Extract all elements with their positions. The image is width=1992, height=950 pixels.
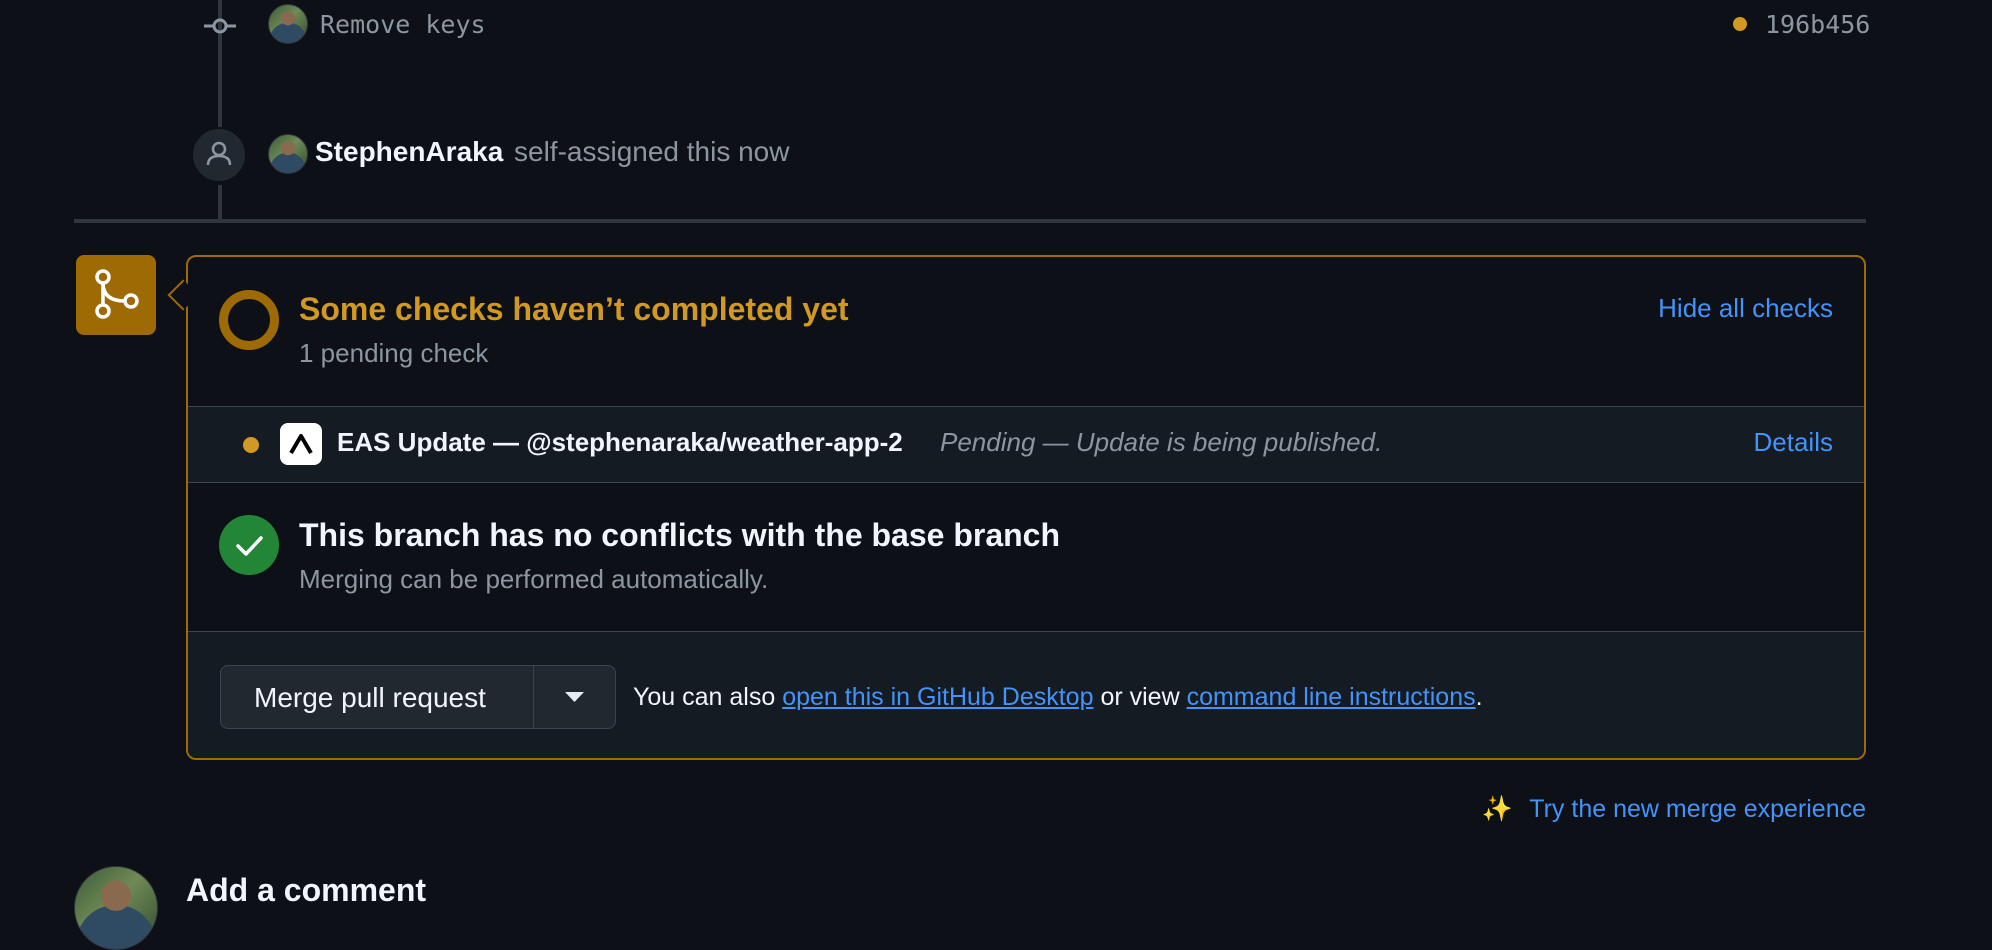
merge-box: Some checks haven’t completed yet 1 pend… bbox=[186, 255, 1866, 760]
also-prefix: You can also bbox=[633, 683, 776, 711]
open-desktop-link[interactable]: open this in GitHub Desktop bbox=[782, 683, 1093, 711]
new-merge-experience-label[interactable]: Try the new merge experience bbox=[1529, 795, 1866, 823]
checks-title: Some checks haven’t completed yet bbox=[299, 291, 849, 327]
git-commit-icon bbox=[204, 18, 236, 34]
person-icon bbox=[206, 141, 232, 166]
check-name: EAS Update — @stephenaraka/weather-app-2 bbox=[337, 427, 903, 457]
pending-dot-icon bbox=[243, 437, 259, 453]
add-comment-heading: Add a comment bbox=[186, 872, 427, 908]
expo-app-icon bbox=[280, 423, 322, 465]
command-line-link[interactable]: command line instructions bbox=[1187, 683, 1476, 711]
merge-button-label: Merge pull request bbox=[254, 682, 486, 713]
pending-ring-icon bbox=[219, 290, 279, 350]
check-row: EAS Update — @stephenaraka/weather-app-2… bbox=[188, 407, 1864, 482]
period: . bbox=[1475, 683, 1483, 711]
triangle-down-icon bbox=[565, 692, 584, 702]
person-icon-badge bbox=[191, 127, 247, 183]
conflicts-subtitle: Merging can be performed automatically. bbox=[299, 564, 769, 594]
caret-logo bbox=[289, 434, 313, 455]
event-action: self-assigned this now bbox=[514, 136, 790, 167]
commit-message[interactable]: Remove keys bbox=[320, 10, 486, 39]
commit-sha[interactable]: 196b456 bbox=[1765, 10, 1870, 39]
commit-status-dot[interactable] bbox=[1733, 17, 1747, 31]
timeline-line bbox=[218, 185, 222, 219]
merge-options-dropdown[interactable] bbox=[533, 665, 616, 729]
separator bbox=[188, 482, 1864, 483]
git-merge-icon bbox=[95, 269, 139, 319]
event-user[interactable]: StephenAraka bbox=[315, 136, 503, 168]
new-merge-experience-link[interactable]: ✨ Try the new merge experience bbox=[1482, 795, 1866, 824]
avatar[interactable] bbox=[268, 4, 308, 44]
sparkle-icon: ✨ bbox=[1481, 795, 1513, 823]
check-icon bbox=[236, 536, 263, 556]
merge-pull-request-button[interactable]: Merge pull request bbox=[220, 665, 534, 729]
conflicts-title: This branch has no conflicts with the ba… bbox=[299, 517, 1061, 553]
check-status: Pending — Update is being published. bbox=[940, 427, 1383, 457]
merge-action-row: Merge pull request You can also open thi… bbox=[188, 632, 1864, 758]
success-circle-icon bbox=[219, 515, 279, 575]
checks-subtitle: 1 pending check bbox=[299, 338, 489, 368]
check-details-link[interactable]: Details bbox=[1754, 427, 1833, 458]
hide-all-checks-link[interactable]: Hide all checks bbox=[1658, 293, 1833, 324]
avatar bbox=[74, 866, 158, 950]
merge-status-icon bbox=[76, 255, 156, 335]
or-view-text: or view bbox=[1100, 683, 1180, 711]
avatar[interactable] bbox=[268, 134, 308, 174]
merge-alternatives-text: You can also open this in GitHub Desktop… bbox=[633, 683, 1483, 712]
timeline-divider bbox=[74, 219, 1866, 223]
